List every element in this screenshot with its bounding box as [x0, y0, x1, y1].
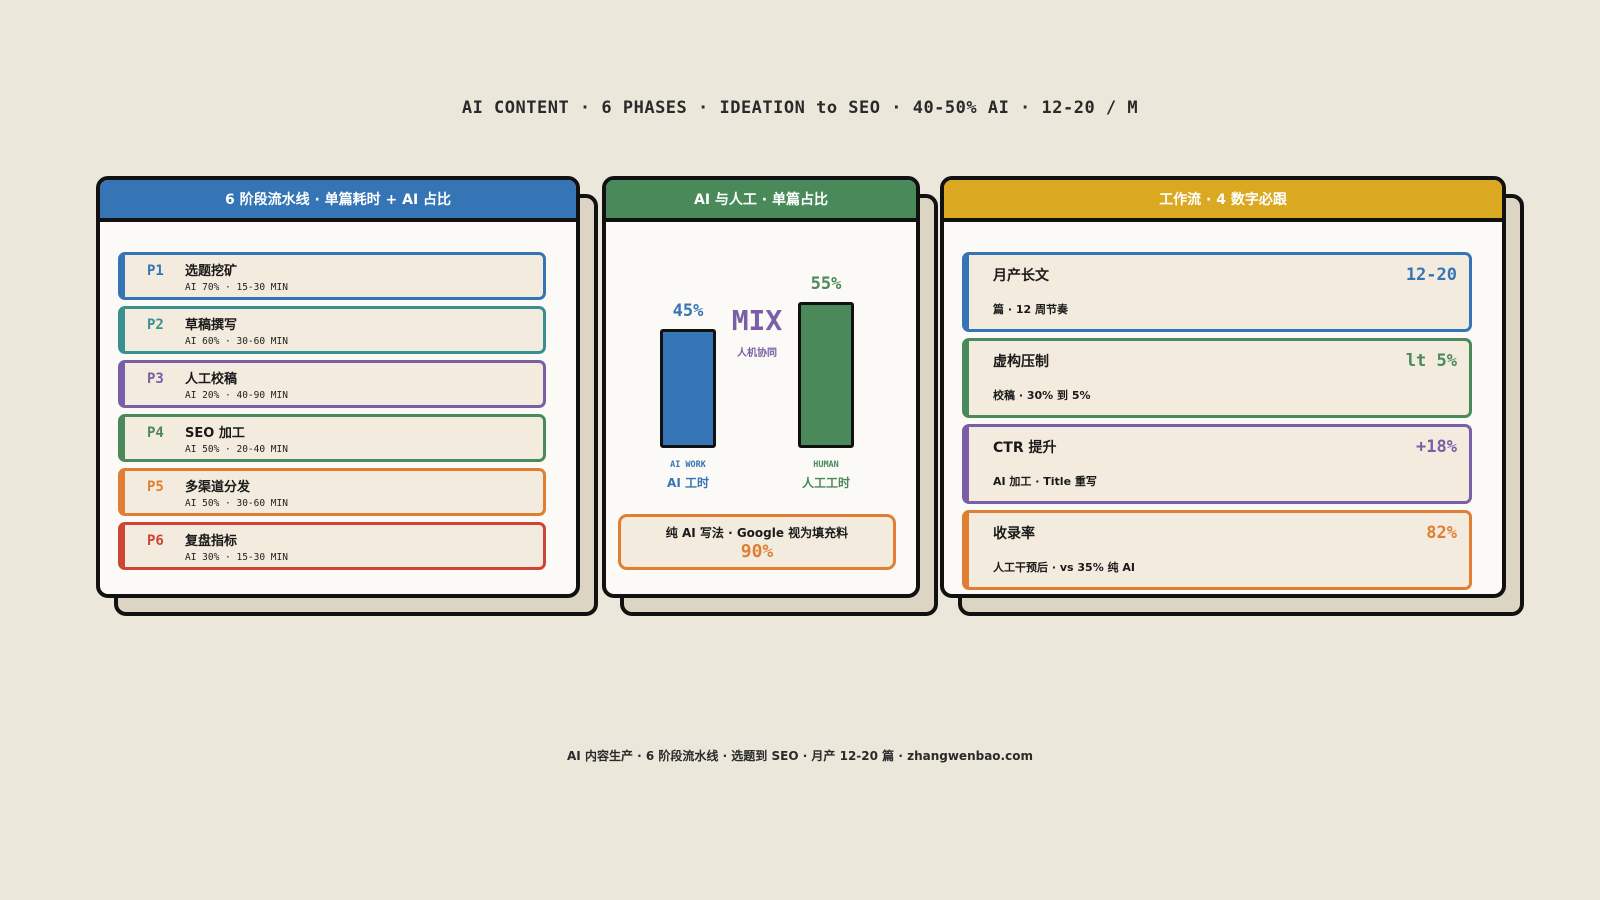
ai-bar-cn-label: AI 工时 [667, 476, 709, 490]
metric-row: 收录率 人工干预后 · vs 35% 纯 AI 82% [962, 510, 1472, 590]
warning-box: 纯 AI 写法 · Google 视为填充料 90% [618, 514, 896, 570]
metric-title: 虚构压制 [993, 354, 1049, 370]
mix-sublabel: 人机协同 [737, 348, 777, 359]
ratio-card: AI 与人工 · 单篇占比 45% AI WORK AI 工时 MIX 人机协同… [602, 176, 938, 616]
page-title: AI CONTENT · 6 PHASES · IDEATION to SEO … [461, 98, 1139, 118]
phases-card-header: 6 阶段流水线 · 单篇耗时 + AI 占比 [100, 180, 576, 222]
phase-name: 选题挖矿 [185, 264, 238, 279]
metrics-card: 工作流 · 4 数字必跟 月产长文 篇 · 12 周节奏 12-20 虚构压制 … [940, 176, 1524, 616]
metric-title: CTR 提升 [993, 440, 1057, 456]
phase-name: 草稿撰写 [185, 318, 238, 333]
metric-value: 12-20 [1405, 265, 1457, 285]
phase-row: P5 多渠道分发 AI 50% · 30-60 MIN [118, 468, 546, 516]
phase-list: P1 选题挖矿 AI 70% · 15-30 MIN P2 草稿撰写 AI 60… [118, 252, 546, 576]
metric-row: 虚构压制 校稿 · 30% 到 5% lt 5% [962, 338, 1472, 418]
warning-text: 纯 AI 写法 · Google 视为填充料 [665, 526, 849, 540]
metrics-card-header: 工作流 · 4 数字必跟 [944, 180, 1502, 222]
phase-name: SEO 加工 [185, 426, 245, 441]
warning-percent: 90% [740, 541, 774, 562]
metric-value: 82% [1426, 523, 1457, 543]
metric-row: CTR 提升 AI 加工 · Title 重写 +18% [962, 424, 1472, 504]
phase-meta: AI 50% · 20-40 MIN [185, 444, 288, 455]
phase-row: P1 选题挖矿 AI 70% · 15-30 MIN [118, 252, 546, 300]
phase-row: P2 草稿撰写 AI 60% · 30-60 MIN [118, 306, 546, 354]
metric-subtitle: 篇 · 12 周节奏 [993, 303, 1068, 316]
phases-card: 6 阶段流水线 · 单篇耗时 + AI 占比 P1 选题挖矿 AI 70% · … [96, 176, 598, 616]
phase-code: P6 [147, 533, 164, 549]
mix-label: MIX [731, 304, 783, 337]
metric-list: 月产长文 篇 · 12 周节奏 12-20 虚构压制 校稿 · 30% 到 5%… [962, 252, 1472, 596]
metric-title: 月产长文 [993, 268, 1049, 284]
phase-code: P3 [147, 371, 164, 387]
phase-meta: AI 30% · 15-30 MIN [185, 552, 288, 563]
footer-caption: AI 内容生产 · 6 阶段流水线 · 选题到 SEO · 月产 12-20 篇… [567, 749, 1033, 763]
ratio-card-header: AI 与人工 · 单篇占比 [606, 180, 916, 222]
phase-code: P4 [147, 425, 164, 441]
human-work-bar [798, 302, 854, 448]
human-bar-percent: 55% [810, 274, 842, 295]
phase-code: P2 [147, 317, 164, 333]
human-bar-cn-label: 人工工时 [801, 476, 850, 490]
metric-title: 收录率 [993, 526, 1035, 542]
metric-value: +18% [1416, 437, 1457, 457]
phase-name: 复盘指标 [185, 534, 238, 549]
phase-name: 多渠道分发 [185, 480, 251, 495]
ai-bar-en-label: AI WORK [670, 460, 706, 470]
phase-code: P1 [147, 263, 164, 279]
phase-code: P5 [147, 479, 164, 495]
phase-row: P3 人工校稿 AI 20% · 40-90 MIN [118, 360, 546, 408]
metric-value: lt 5% [1405, 351, 1457, 371]
metric-row: 月产长文 篇 · 12 周节奏 12-20 [962, 252, 1472, 332]
phase-name: 人工校稿 [185, 372, 238, 387]
phase-row: P4 SEO 加工 AI 50% · 20-40 MIN [118, 414, 546, 462]
phase-meta: AI 70% · 15-30 MIN [185, 282, 288, 293]
phase-row: P6 复盘指标 AI 30% · 15-30 MIN [118, 522, 546, 570]
phase-meta: AI 60% · 30-60 MIN [185, 336, 288, 347]
metric-subtitle: 校稿 · 30% 到 5% [993, 389, 1091, 402]
metric-subtitle: AI 加工 · Title 重写 [993, 475, 1097, 488]
phase-meta: AI 50% · 30-60 MIN [185, 498, 288, 509]
metric-subtitle: 人工干预后 · vs 35% 纯 AI [993, 561, 1135, 574]
human-bar-en-label: HUMAN [813, 460, 839, 470]
phase-meta: AI 20% · 40-90 MIN [185, 390, 288, 401]
